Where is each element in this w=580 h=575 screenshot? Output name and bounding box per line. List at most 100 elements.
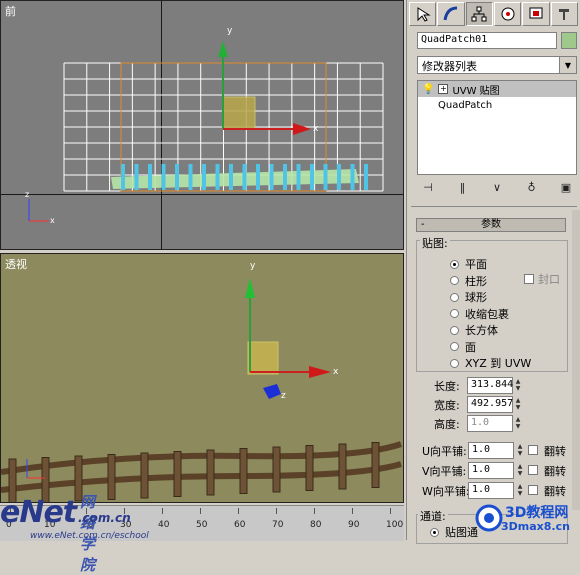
configure-sets-icon[interactable]: ▣ [555, 179, 577, 195]
modifier-list-label: 修改器列表 [422, 60, 477, 73]
mapping-radio-6[interactable]: XYZ 到 UVW [450, 355, 531, 371]
flip-checkbox[interactable] [528, 485, 538, 495]
mapping-radio-5[interactable]: 面 [450, 339, 476, 355]
utilities-icon[interactable] [550, 2, 578, 26]
perspective-scene-svg: y x z [1, 261, 402, 502]
tile-field[interactable]: 1.0 [468, 462, 514, 479]
radio-dot[interactable] [450, 325, 459, 335]
parameters-rollout-header[interactable]: - 参数 [416, 218, 566, 232]
width-spinner[interactable]: ▲ ▼ [514, 397, 522, 411]
mapping-group-label: 贴图: [420, 235, 450, 251]
watermark-brand: eNet [0, 495, 77, 530]
flip-checkbox[interactable] [528, 445, 538, 455]
mapping-option-label: 收缩包裹 [465, 307, 509, 321]
cap-label: 封口 [538, 273, 560, 286]
front-viewport[interactable]: 前 y x z x [0, 0, 404, 250]
length-spinner[interactable]: ▲ ▼ [514, 378, 522, 392]
mapping-radio-0[interactable]: 平面 [450, 256, 487, 272]
timeline-tick-label: 80 [310, 520, 322, 530]
enet-watermark: eNet 网络学院 .com.cn www.eNet.com.cn/eschoo… [0, 493, 149, 574]
motion-icon[interactable] [493, 2, 522, 26]
width-field[interactable]: 492.957 [467, 396, 513, 413]
front-grid-svg: y x z x [25, 26, 384, 225]
show-end-result-icon[interactable]: ‖ [452, 179, 474, 195]
svg-text:x: x [333, 367, 339, 377]
divider [411, 206, 577, 207]
radio-dot[interactable] [430, 527, 439, 537]
stack-item-uvw[interactable]: 💡 + UVW 贴图 [418, 81, 576, 97]
timeline-tick [314, 508, 315, 514]
site-logo-text: 3D教程网 [505, 505, 569, 521]
timeline-tick [200, 508, 201, 514]
length-label: 长度: [434, 380, 460, 393]
timeline-tick-label: 90 [348, 520, 360, 530]
channel-option-label: 贴图通 [445, 526, 478, 539]
watermark-url: .com.cn [78, 511, 131, 525]
command-panel-tabs [409, 2, 579, 28]
svg-text:x: x [313, 124, 319, 134]
height-spinner[interactable]: ▲ ▼ [514, 416, 522, 430]
radio-dot[interactable] [450, 309, 459, 318]
object-color-swatch[interactable] [561, 32, 577, 49]
tile-spinner[interactable]: ▲ ▼ [516, 443, 524, 457]
mapping-radio-1[interactable]: 柱形 [450, 273, 487, 289]
mapping-radio-3[interactable]: 收缩包裹 [450, 306, 509, 322]
radio-dot[interactable] [450, 358, 459, 368]
modify-icon[interactable] [437, 2, 465, 26]
radio-dot[interactable] [450, 342, 459, 351]
mapping-radio-4[interactable]: 长方体 [450, 322, 498, 338]
perspective-viewport[interactable]: 透视 y x z [0, 253, 404, 503]
stack-item-label: QuadPatch [438, 99, 493, 111]
radio-dot[interactable] [450, 259, 459, 269]
tile-spinner[interactable]: ▲ ▼ [516, 483, 524, 497]
svg-text:y: y [250, 261, 256, 271]
chevron-down-icon[interactable]: ▼ [559, 57, 576, 73]
flip-label: 翻转 [544, 445, 566, 458]
timeline-tick-label: 60 [234, 520, 246, 530]
channel-map-radio[interactable]: 贴图通 [430, 524, 478, 540]
mapping-option-label: 平面 [465, 258, 487, 271]
display-icon[interactable] [522, 2, 550, 26]
radio-dot[interactable] [450, 276, 459, 285]
height-field[interactable]: 1.0 [467, 415, 513, 432]
remove-modifier-icon[interactable]: ♁ [521, 179, 543, 195]
stack-toolbar: ⊣ ‖ ∨ ♁ ▣ [417, 178, 577, 196]
channel-group-label: 通道: [418, 508, 448, 524]
create-icon[interactable] [409, 2, 437, 26]
tile-label: U向平铺: [422, 445, 467, 458]
site-logo-url: 3Dmax8.cn [501, 520, 570, 533]
expand-icon[interactable]: + [438, 84, 449, 94]
tile-spinner[interactable]: ▲ ▼ [516, 463, 524, 477]
lightbulb-icon[interactable]: 💡 [422, 84, 434, 95]
make-unique-icon[interactable]: ∨ [486, 179, 508, 195]
object-name-field[interactable]: QuadPatch01 [417, 32, 557, 49]
pin-stack-icon[interactable]: ⊣ [417, 179, 439, 195]
tile-label: V向平铺: [422, 465, 467, 478]
site-logo: 3D教程网 3Dmax8.cn [475, 500, 580, 540]
collapse-icon[interactable]: - [421, 219, 425, 231]
radio-dot[interactable] [450, 292, 459, 302]
flip-checkbox[interactable] [528, 465, 538, 475]
modifier-stack[interactable]: 💡 + UVW 贴图 QuadPatch [417, 80, 577, 175]
timeline-tick [276, 508, 277, 514]
svg-text:x: x [50, 216, 55, 225]
flip-label: 翻转 [544, 485, 566, 498]
mapping-radio-2[interactable]: 球形 [450, 289, 487, 305]
svg-text:z: z [281, 391, 286, 401]
tile-field[interactable]: 1.0 [468, 482, 514, 499]
height-label: 高度: [434, 418, 460, 431]
hierarchy-icon[interactable] [465, 2, 493, 26]
panel-scrollbar[interactable] [572, 210, 580, 510]
rollout-title: 参数 [481, 219, 501, 230]
cap-checkbox[interactable] [524, 274, 534, 284]
modifier-list-dropdown[interactable]: 修改器列表 ▼ [417, 56, 577, 74]
width-label: 宽度: [434, 399, 460, 412]
timeline-tick-label: 40 [158, 520, 170, 530]
flip-label: 翻转 [544, 465, 566, 478]
tile-field[interactable]: 1.0 [468, 442, 514, 459]
stack-item-quadpatch[interactable]: QuadPatch [418, 97, 576, 113]
svg-text:z: z [25, 190, 29, 199]
svg-text:y: y [227, 26, 233, 36]
timeline-tick-label: 100 [386, 520, 404, 530]
length-field[interactable]: 313.844 [467, 377, 513, 394]
